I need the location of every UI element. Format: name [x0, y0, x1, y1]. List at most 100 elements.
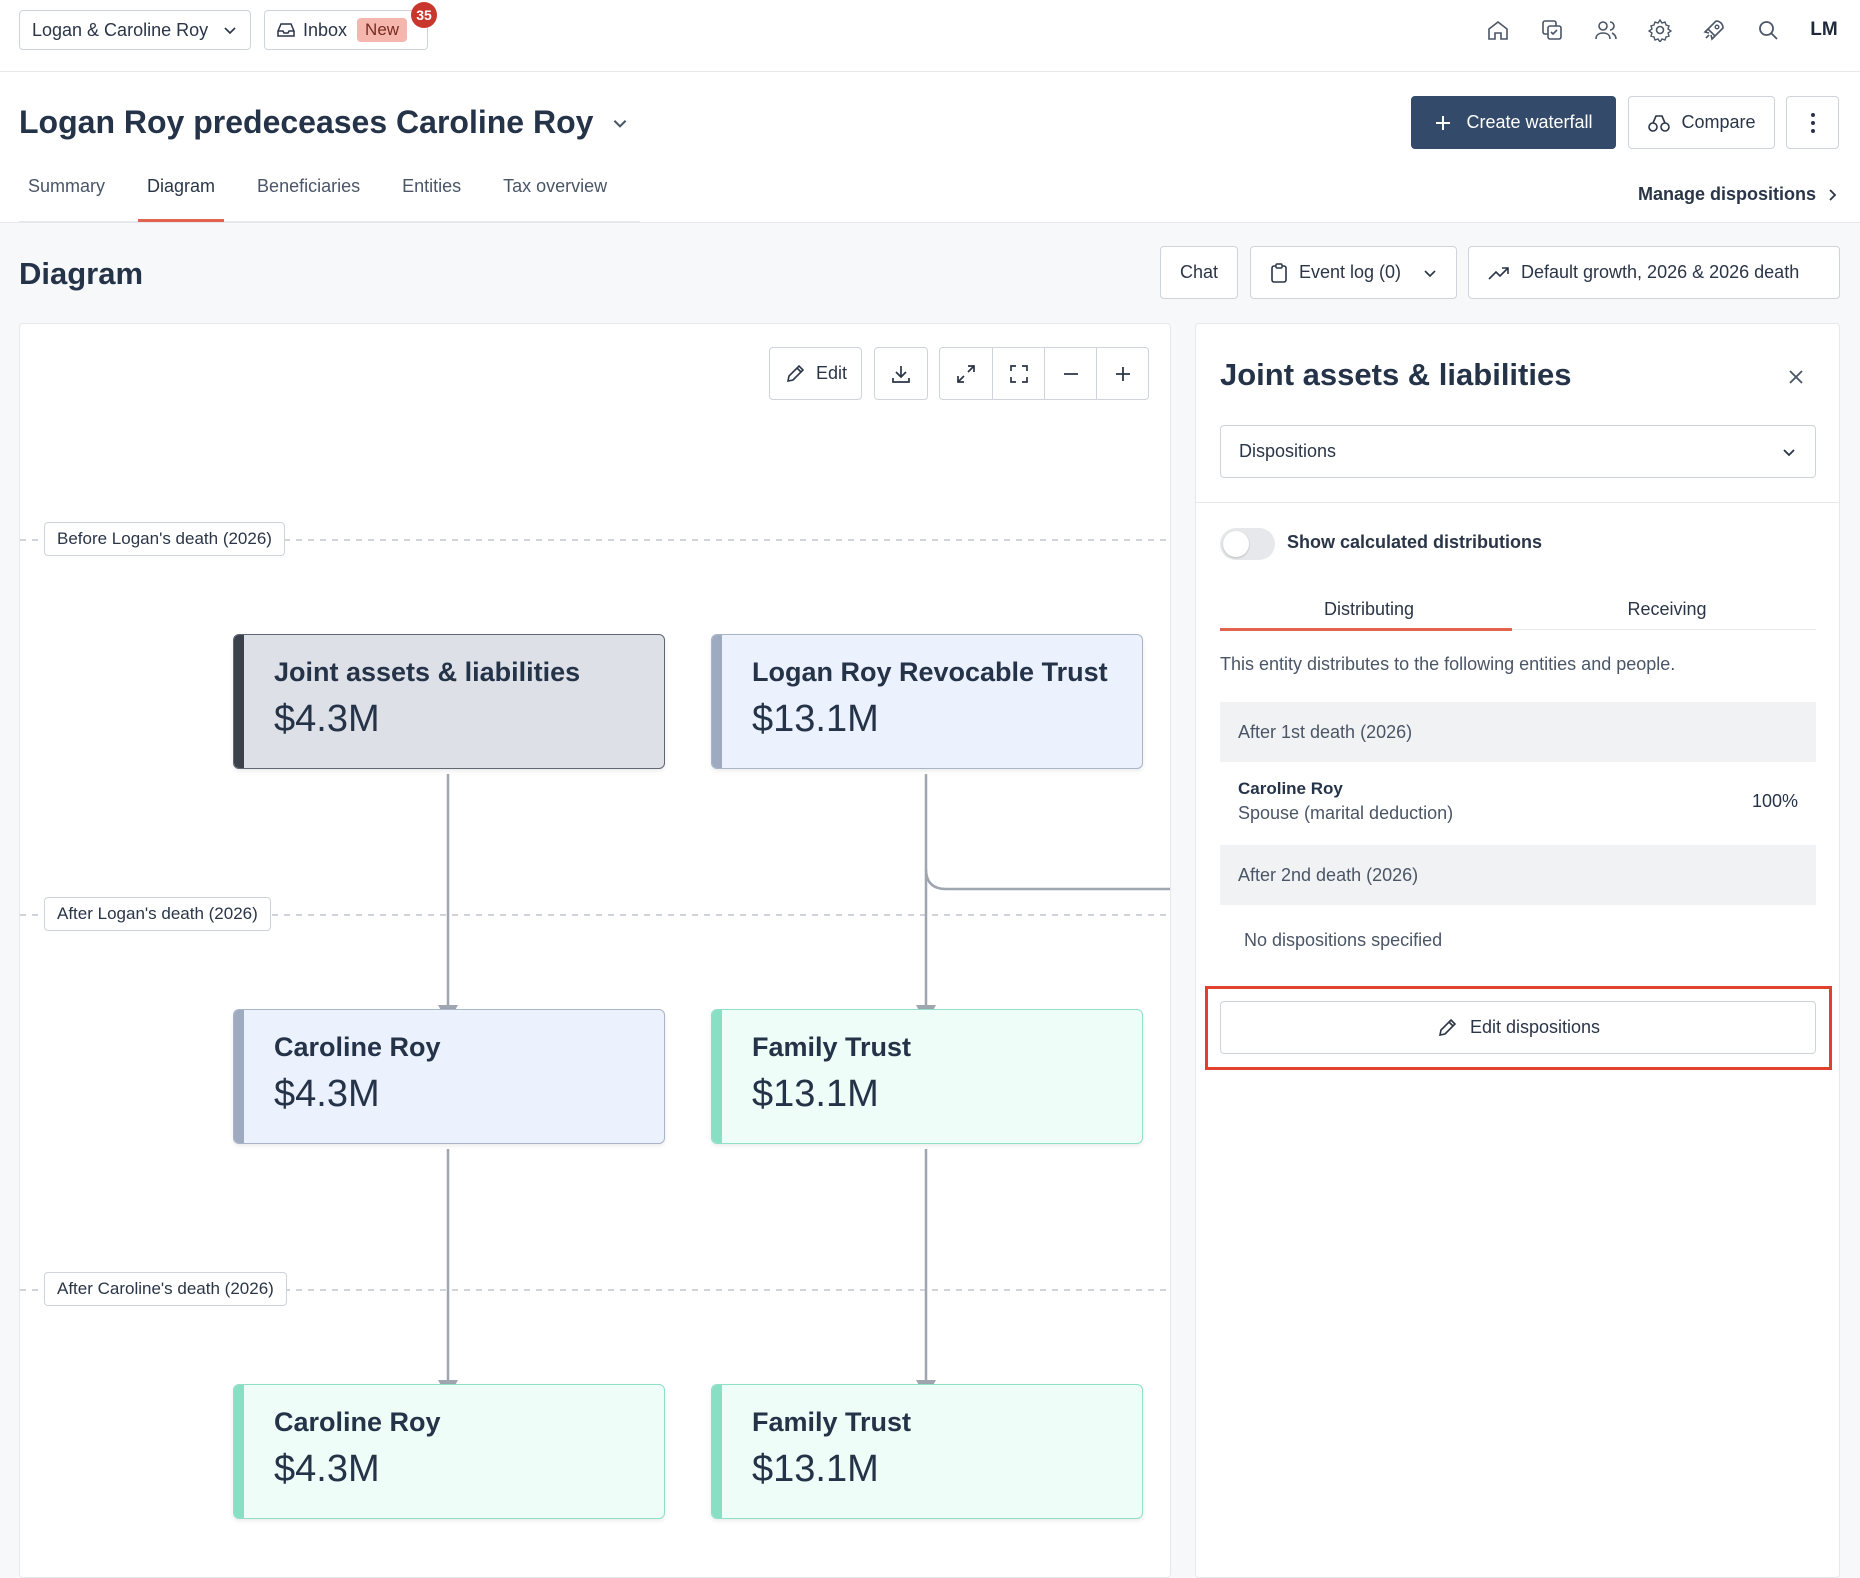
toggle-label: Show calculated distributions	[1287, 532, 1543, 552]
household-select[interactable]: Logan & Caroline Roy	[19, 10, 251, 50]
phase-label-after-second-death: After Caroline's death (2026)	[44, 1272, 287, 1306]
panel-title: Joint assets & liabilities	[1220, 357, 1572, 392]
node-accent-bar	[712, 1385, 722, 1518]
node-accent-bar	[712, 1010, 722, 1143]
tab-entities[interactable]: Entities	[393, 168, 470, 221]
growth-assumptions-button[interactable]: Default growth, 2026 & 2026 death	[1468, 246, 1840, 299]
panel-divider	[1196, 502, 1839, 503]
event-log-button[interactable]: Event log (0)	[1250, 246, 1457, 299]
entity-details-panel: Joint assets & liabilities Dispositions …	[1195, 323, 1840, 1578]
node-joint-assets[interactable]: Joint assets & liabilities $4.3M	[233, 634, 665, 769]
inbox-button[interactable]: Inbox New	[264, 10, 428, 50]
avatar[interactable]: LM	[1806, 14, 1842, 46]
node-family-trust[interactable]: Family Trust $13.1M	[711, 1009, 1143, 1144]
recipient-row[interactable]: Caroline Roy Spouse (marital deduction) …	[1238, 779, 1816, 824]
tab-summary[interactable]: Summary	[19, 168, 114, 221]
node-caroline-roy[interactable]: Caroline Roy $4.3M	[233, 1009, 665, 1144]
download-icon	[890, 363, 912, 385]
node-accent-bar	[234, 1010, 244, 1143]
home-icon[interactable]	[1482, 14, 1514, 46]
active-tab-indicator	[1220, 628, 1512, 631]
node-value: $4.3M	[274, 698, 380, 740]
node-logan-revocable-trust[interactable]: Logan Roy Revocable Trust $13.1M	[711, 634, 1143, 769]
edit-dispositions-button[interactable]: Edit dispositions	[1220, 1001, 1816, 1054]
close-icon[interactable]	[1781, 362, 1811, 392]
node-value: $13.1M	[752, 698, 879, 740]
page-tabs: Summary Diagram Beneficiaries Entities T…	[19, 168, 641, 222]
tab-beneficiaries[interactable]: Beneficiaries	[248, 168, 369, 221]
recipient-name: Caroline Roy	[1238, 779, 1343, 798]
phase-label-before-first-death: Before Logan's death (2026)	[44, 522, 285, 556]
phase-label-after-first-death: After Logan's death (2026)	[44, 897, 271, 931]
more-vertical-icon	[1810, 112, 1816, 134]
node-accent-bar	[234, 635, 244, 768]
node-accent-bar	[234, 1385, 244, 1518]
chevron-right-icon	[1826, 187, 1838, 203]
top-nav-icons: LM	[1482, 14, 1842, 46]
event-log-label: Event log (0)	[1299, 262, 1402, 282]
panel-description: This entity distributes to the following…	[1220, 654, 1676, 674]
node-name: Family Trust	[752, 1032, 912, 1062]
chat-button[interactable]: Chat	[1160, 246, 1238, 299]
tasks-icon[interactable]	[1536, 14, 1568, 46]
diagram-canvas[interactable]: Edit Before Logan's death (2026) After L…	[19, 323, 1171, 1578]
stage-header-first-death: After 1st death (2026)	[1220, 702, 1816, 762]
manage-dispositions-label: Manage dispositions	[1637, 184, 1816, 204]
edit-dispositions-label: Edit dispositions	[1469, 1017, 1601, 1037]
tab-receiving[interactable]: Receiving	[1518, 584, 1816, 634]
fullscreen-icon	[1008, 363, 1030, 385]
scale-icon	[1647, 112, 1671, 134]
recipient-relationship: Spouse (marital deduction)	[1238, 803, 1454, 823]
stage-header-second-death: After 2nd death (2026)	[1220, 845, 1816, 905]
zoom-in-button[interactable]	[1096, 348, 1148, 399]
expand-icon	[955, 363, 977, 385]
trend-up-icon	[1487, 264, 1511, 282]
no-dispositions-text: No dispositions specified	[1244, 930, 1443, 950]
create-waterfall-button[interactable]: Create waterfall	[1411, 96, 1616, 149]
section-title: Diagram	[19, 256, 144, 291]
expand-button[interactable]	[940, 348, 992, 399]
growth-label: Default growth, 2026 & 2026 death	[1521, 262, 1800, 282]
chevron-down-icon	[222, 22, 238, 38]
settings-icon[interactable]	[1644, 14, 1676, 46]
toggle-knob	[1223, 531, 1249, 557]
compare-label: Compare	[1681, 112, 1756, 132]
node-accent-bar	[712, 635, 722, 768]
chevron-down-icon	[1781, 444, 1797, 460]
connector-trust-branch	[924, 868, 1170, 891]
edit-label: Edit	[815, 363, 848, 383]
search-icon[interactable]	[1752, 14, 1784, 46]
node-family-trust-final[interactable]: Family Trust $13.1M	[711, 1384, 1143, 1519]
node-caroline-roy-final[interactable]: Caroline Roy $4.3M	[233, 1384, 665, 1519]
panel-view-select[interactable]: Dispositions	[1220, 425, 1816, 478]
panel-view-value: Dispositions	[1239, 441, 1337, 461]
people-icon[interactable]	[1590, 14, 1622, 46]
more-options-button[interactable]	[1786, 96, 1839, 149]
tab-tax-overview[interactable]: Tax overview	[494, 168, 616, 221]
recipient-percentage: 100%	[1751, 791, 1798, 811]
new-badge: New	[357, 18, 408, 42]
inbox-count-badge: 35	[411, 2, 437, 28]
node-value: $4.3M	[274, 1073, 380, 1115]
node-name: Logan Roy Revocable Trust	[752, 657, 1108, 687]
node-name: Caroline Roy	[274, 1407, 441, 1437]
rocket-icon[interactable]	[1698, 14, 1730, 46]
tab-distributing[interactable]: Distributing	[1220, 584, 1518, 634]
zoom-out-button[interactable]	[1044, 348, 1096, 399]
download-button[interactable]	[874, 347, 928, 400]
node-value: $13.1M	[752, 1448, 879, 1490]
edit-diagram-button[interactable]: Edit	[769, 347, 862, 400]
page-title[interactable]: Logan Roy predeceases Caroline Roy	[19, 104, 629, 141]
tab-diagram[interactable]: Diagram	[138, 168, 225, 222]
node-name: Joint assets & liabilities	[274, 657, 581, 687]
compare-button[interactable]: Compare	[1628, 96, 1775, 149]
fit-view-button[interactable]	[992, 348, 1044, 399]
plus-icon	[1114, 365, 1132, 383]
plus-icon	[1434, 114, 1452, 132]
manage-dispositions-link[interactable]: Manage dispositions	[1638, 184, 1838, 205]
chevron-down-icon	[611, 114, 629, 132]
household-name: Logan & Caroline Roy	[32, 19, 209, 40]
chat-label: Chat	[1179, 262, 1219, 282]
top-bar: Logan & Caroline Roy Inbox New 35 LM	[0, 0, 1860, 72]
show-calculated-toggle[interactable]	[1220, 528, 1275, 560]
